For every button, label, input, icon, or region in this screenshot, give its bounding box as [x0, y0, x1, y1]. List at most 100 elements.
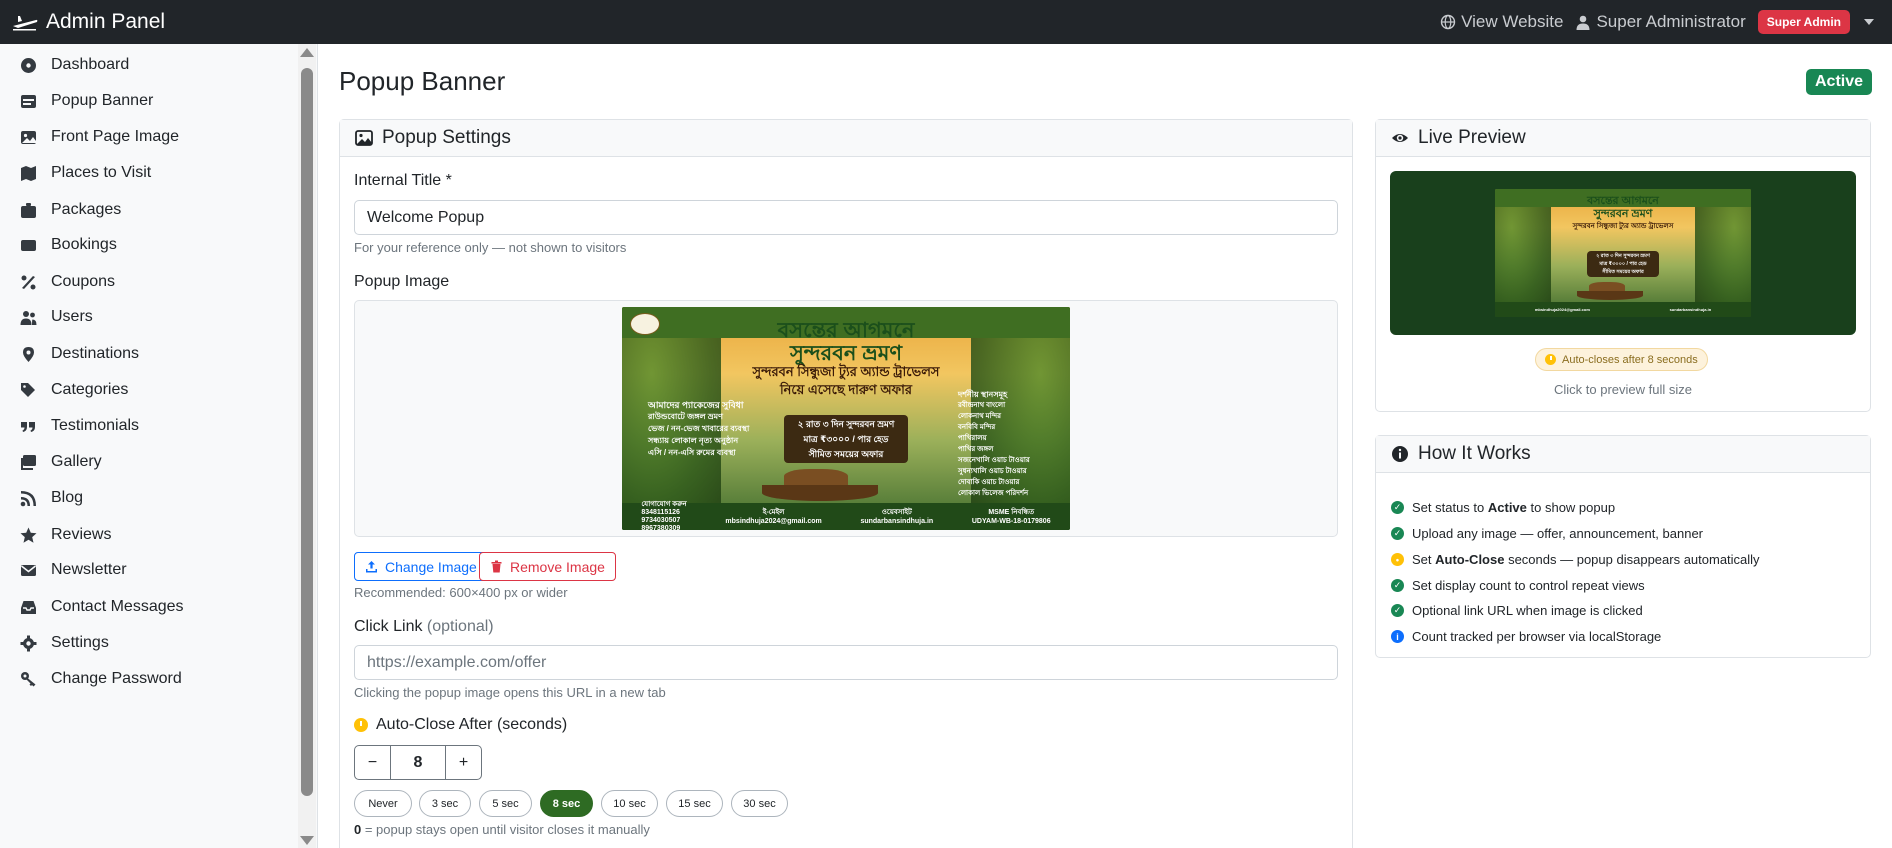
sidebar-item-destinations[interactable]: Destinations — [20, 342, 139, 366]
sidebar-item-popup-banner[interactable]: Popup Banner — [20, 89, 153, 113]
sidebar-item-label: Gallery — [51, 453, 102, 470]
sidebar-item-label: Dashboard — [51, 56, 130, 73]
scroll-down-icon[interactable] — [300, 836, 314, 845]
status-badge[interactable]: Active — [1806, 69, 1873, 95]
decrement-button[interactable]: − — [355, 746, 390, 779]
auto-close-label: Auto-Close After (seconds) — [354, 716, 567, 734]
banner-left-list: আমাদের প্যাকেজের সুবিধা রাউন্ডবোটে জঙ্গল… — [648, 399, 749, 459]
banner-right-item: সুধন্যখালি ওয়াচ টাওয়ার — [958, 468, 1027, 475]
sidebar-item-label: Contact Messages — [51, 598, 184, 615]
how-text-pre: Set status to — [1412, 500, 1488, 515]
preset-5-sec[interactable]: 5 sec — [479, 790, 532, 817]
banner-left-item: সন্ধ্যায় লোকাল নৃত্য অনুষ্ঠান — [648, 436, 739, 445]
sidebar-item-settings[interactable]: Settings — [20, 631, 109, 655]
map-icon — [21, 165, 36, 181]
preview-boat — [1577, 291, 1643, 300]
banner-right-item: সজনেখালি ওয়াচ টাওয়ার — [958, 457, 1030, 464]
preset-never[interactable]: Never — [354, 790, 412, 817]
sidebar-item-categories[interactable]: Categories — [20, 378, 128, 402]
sidebar-item-coupons[interactable]: Coupons — [20, 270, 115, 294]
tags-icon — [21, 382, 35, 397]
change-image-button[interactable]: Change Image — [354, 552, 488, 581]
click-link-help: Clicking the popup image opens this URL … — [354, 685, 666, 700]
preview-offer-2: মাত্র ₹৩০০০ / পার হেড — [1599, 261, 1647, 267]
click-link-placeholder: https://example.com/offer — [367, 653, 547, 671]
preset-10-sec[interactable]: 10 sec — [601, 790, 658, 817]
key-icon — [21, 671, 36, 686]
preview-offer-1: ২ রাত ৩ দিন সুন্দরবন ভ্রমণ — [1596, 253, 1650, 259]
sidebar-item-label: Destinations — [51, 345, 140, 362]
preset-8-sec[interactable]: 8 sec — [540, 790, 593, 817]
how-it-works-text: Optional link URL when image is clicked — [1412, 603, 1643, 618]
sidebar-item-gallery[interactable]: Gallery — [20, 450, 102, 474]
sidebar-item-label: Reviews — [51, 526, 112, 543]
banner-left-item: এসি / নন-এসি রুমের ব্যবস্থা — [648, 448, 736, 457]
zero-note: 0 = popup stays open until visitor close… — [354, 822, 650, 837]
how-it-works-item: i Count tracked per browser via localStor… — [1391, 629, 1661, 644]
sidebar-item-front-page-image[interactable]: Front Page Image — [20, 125, 179, 149]
remove-image-button[interactable]: Remove Image — [479, 552, 616, 581]
preset-3-sec[interactable]: 3 sec — [419, 790, 471, 817]
banner-website: sundarbansindhuja.in — [860, 517, 934, 525]
click-link-input[interactable]: https://example.com/offer — [354, 645, 1338, 680]
how-text-post: seconds — popup disappears automatically — [1504, 552, 1760, 567]
internal-title-help: For your reference only — not shown to v… — [354, 240, 627, 255]
sidebar-item-bookings[interactable]: Bookings — [20, 233, 117, 257]
sidebar-item-label: Testimonials — [51, 417, 140, 434]
users-icon — [20, 310, 37, 325]
chevron-down-icon[interactable] — [1864, 19, 1874, 25]
boat-illustration — [762, 485, 878, 501]
brand[interactable]: Admin Panel — [0, 10, 165, 34]
clock-icon — [354, 718, 368, 732]
internal-title-label: Internal Title * — [354, 172, 452, 189]
preset-30-sec[interactable]: 30 sec — [731, 790, 788, 817]
increment-button[interactable]: + — [446, 746, 481, 779]
ticket-icon — [21, 239, 36, 251]
sidebar-item-label: Blog — [51, 489, 84, 506]
sidebar-item-places-to-visit[interactable]: Places to Visit — [20, 161, 151, 185]
banner-left-title: আমাদের প্যাকেজের সুবিধা — [648, 400, 744, 410]
sidebar-item-label: Categories — [51, 381, 129, 398]
location-pin-icon — [23, 346, 34, 362]
preview-footer: mbsindhuja2024@gmail.com sundarbansindhu… — [1495, 301, 1751, 317]
gear-icon — [20, 635, 37, 651]
banner-right-item: বনবিবি মন্দির — [958, 424, 996, 431]
sidebar-item-newsletter[interactable]: Newsletter — [20, 558, 127, 582]
popup-settings-header: Popup Settings — [340, 120, 1352, 157]
internal-title-input[interactable]: Welcome Popup — [354, 200, 1338, 235]
auto-close-value[interactable]: 8 — [390, 746, 446, 779]
sidebar-item-testimonials[interactable]: Testimonials — [20, 414, 139, 438]
scroll-up-icon[interactable] — [300, 48, 314, 57]
sidebar-scroll-thumb[interactable] — [301, 68, 313, 796]
sidebar-item-change-password[interactable]: Change Password — [20, 667, 182, 691]
sidebar-item-reviews[interactable]: Reviews — [20, 523, 111, 547]
zero-note-text: = popup stays open until visitor closes … — [361, 822, 650, 837]
live-preview-thumbnail[interactable]: বসন্তের আগমনে সুন্দরবন ভ্রমণ সুন্দরবন সি… — [1390, 171, 1856, 335]
banner-offer-box: ২ রাত ৩ দিন সুন্দরবন ভ্রমণ মাত্র ₹৩০০০ /… — [784, 415, 908, 463]
sidebar-item-label: Newsletter — [51, 561, 127, 578]
sidebar-item-blog[interactable]: Blog — [20, 486, 83, 510]
popup-settings-title: Popup Settings — [382, 127, 511, 148]
sidebar-item-dashboard[interactable]: Dashboard — [20, 53, 129, 77]
sidebar-item-contact-messages[interactable]: Contact Messages — [20, 595, 184, 619]
preset-15-sec[interactable]: 15 sec — [666, 790, 723, 817]
popup-banner-image: বসন্তের আগমনে সুন্দরবন ভ্রমণ সুন্দরবন সি… — [622, 307, 1070, 530]
live-preview-title: Live Preview — [1418, 127, 1526, 148]
how-it-works-text: Upload any image — offer, announcement, … — [1412, 526, 1703, 541]
internal-title-value: Welcome Popup — [367, 208, 485, 226]
sidebar-item-packages[interactable]: Packages — [20, 198, 121, 222]
check-circle-icon: ✓ — [1391, 604, 1404, 617]
how-it-works-text: Count tracked per browser via localStora… — [1412, 629, 1661, 644]
image-icon — [355, 130, 373, 146]
sidebar-item-label: Popup Banner — [51, 92, 154, 109]
change-image-label: Change Image — [385, 558, 477, 575]
sidebar-item-label: Packages — [51, 201, 122, 218]
image-help: Recommended: 600×400 px or wider — [354, 585, 568, 600]
banner-msme: UDYAM-WB-18-0179806 — [971, 517, 1051, 525]
sidebar-item-label: Settings — [51, 634, 109, 651]
view-website-link[interactable]: View Website — [1440, 12, 1563, 32]
sidebar-item-users[interactable]: Users — [20, 305, 93, 329]
banner-contact-label: যোগাযোগ করুন — [641, 500, 687, 508]
plane-icon — [13, 16, 38, 31]
user-menu[interactable]: Super Administrator — [1575, 12, 1746, 32]
